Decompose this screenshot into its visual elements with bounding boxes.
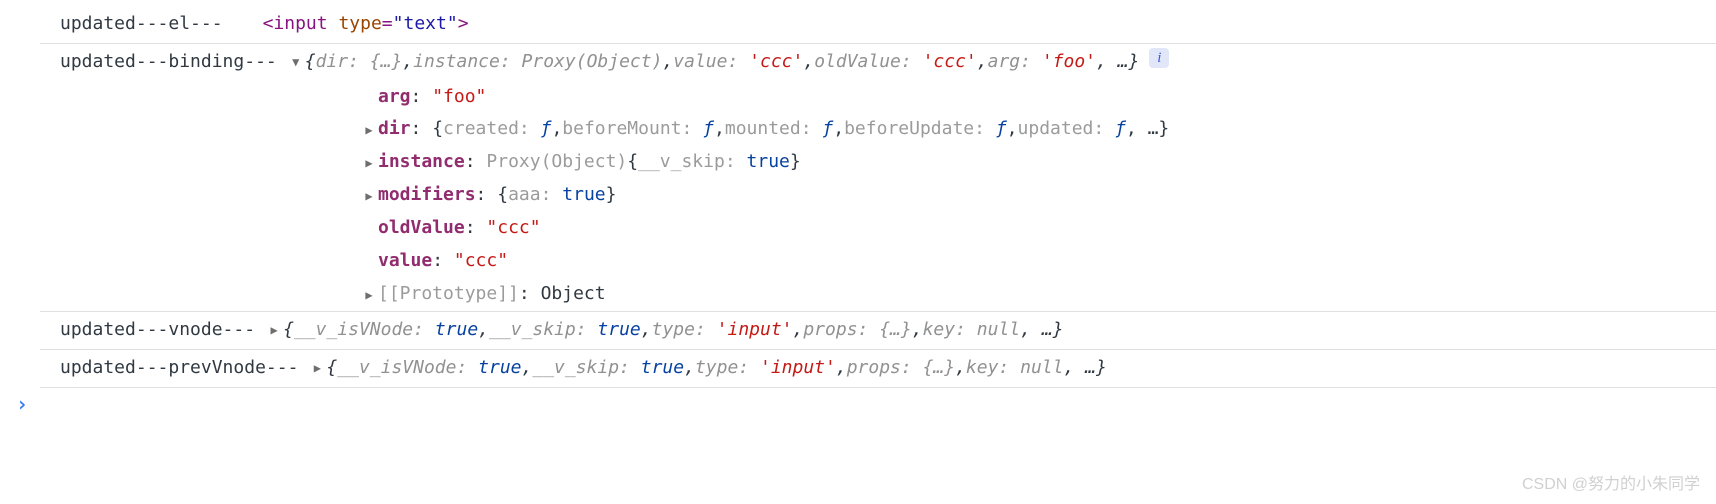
console-row-binding: updated---binding--- ▼ { dir: {…} , inst…: [0, 44, 1716, 81]
chevron-right-icon[interactable]: ▶: [360, 149, 378, 177]
binding-summary[interactable]: { dir: {…} , instance: Proxy(Object) , v…: [305, 48, 1140, 77]
chevron-right-icon[interactable]: ▶: [360, 182, 378, 210]
chevron-down-icon[interactable]: ▼: [287, 48, 305, 76]
prop-arg[interactable]: arg: "foo": [360, 81, 1716, 114]
binding-expanded: arg: "foo" ▶ dir: { created: ƒ , beforeM…: [0, 81, 1716, 311]
console-prompt-icon[interactable]: ›: [0, 388, 1716, 420]
prop-value[interactable]: value: "ccc": [360, 245, 1716, 278]
el-value[interactable]: <input type="text">: [263, 10, 469, 39]
log-label: updated---el---: [60, 10, 223, 39]
log-label: updated---binding---: [60, 48, 277, 77]
watermark: CSDN @努力的小朱同学: [1522, 472, 1700, 498]
log-label: updated---vnode---: [60, 316, 255, 345]
info-icon[interactable]: i: [1149, 48, 1169, 68]
chevron-right-icon[interactable]: ▶: [360, 116, 378, 144]
prop-modifiers[interactable]: ▶ modifiers: { aaa: true }: [360, 179, 1716, 212]
prevvnode-summary[interactable]: { __v_isVNode: true , __v_skip: true , t…: [326, 354, 1106, 383]
prop-prototype[interactable]: ▶ [[Prototype]]: Object: [360, 278, 1716, 311]
console-row-vnode: updated---vnode--- ▶ { __v_isVNode: true…: [0, 312, 1716, 349]
chevron-right-icon[interactable]: ▶: [360, 281, 378, 309]
prop-dir[interactable]: ▶ dir: { created: ƒ , beforeMount: ƒ , m…: [360, 113, 1716, 146]
chevron-right-icon[interactable]: ▶: [308, 354, 326, 382]
prop-instance[interactable]: ▶ instance: Proxy(Object) { __v_skip: tr…: [360, 146, 1716, 179]
console-row-prevvnode: updated---prevVnode--- ▶ { __v_isVNode: …: [0, 350, 1716, 387]
log-label: updated---prevVnode---: [60, 354, 298, 383]
console-row-el: updated---el--- <input type="text">: [0, 6, 1716, 43]
chevron-right-icon[interactable]: ▶: [265, 316, 283, 344]
prop-oldvalue[interactable]: oldValue: "ccc": [360, 212, 1716, 245]
vnode-summary[interactable]: { __v_isVNode: true , __v_skip: true , t…: [283, 316, 1063, 345]
